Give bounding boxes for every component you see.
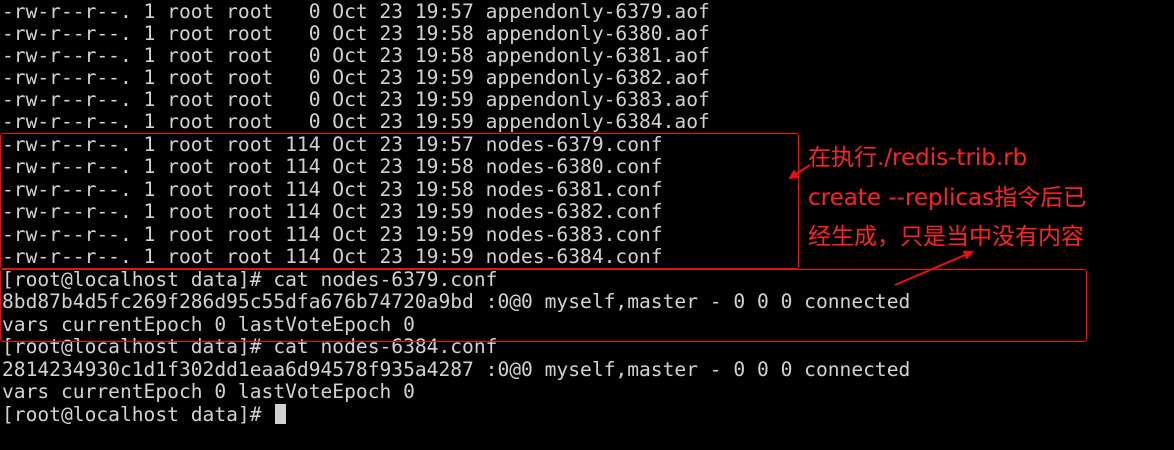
annotation-text-line: 经生成，只是当中没有内容: [808, 224, 1084, 250]
annotation-text-line: create --replicas指令后已: [808, 185, 1087, 211]
annotation-text-line: 在执行./redis-trib.rb: [808, 145, 1028, 171]
arrow-to-nodes-files: [788, 164, 811, 180]
arrow-to-nodes-content: [894, 250, 974, 286]
